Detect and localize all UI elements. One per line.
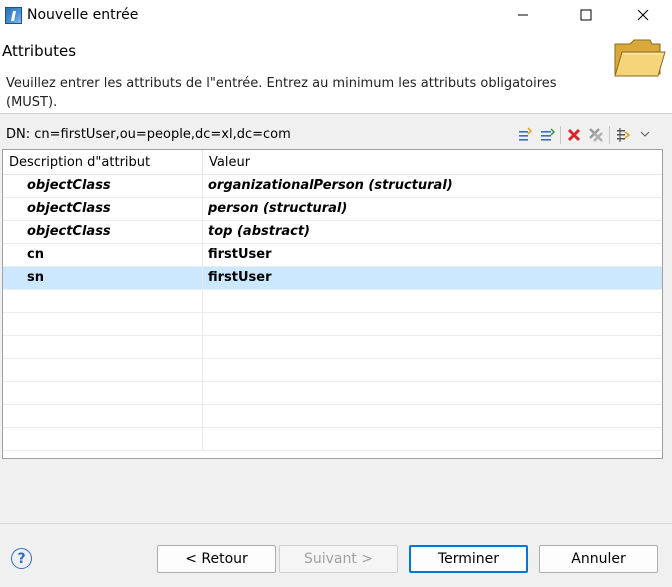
empty-row	[3, 359, 662, 382]
close-icon	[637, 9, 649, 21]
table-row[interactable]: cn firstUser	[3, 244, 662, 267]
column-header-attribute[interactable]: Description d"attribut	[3, 150, 203, 174]
finish-button[interactable]: Terminer	[409, 545, 528, 573]
close-button[interactable]	[620, 0, 666, 30]
empty-row	[3, 290, 662, 313]
menu-dropdown-icon	[640, 131, 650, 137]
attribute-value-cell[interactable]: firstUser	[203, 267, 662, 289]
attribute-name-cell[interactable]: objectClass	[3, 175, 203, 197]
maximize-button[interactable]	[563, 0, 609, 30]
column-header-value[interactable]: Valeur	[203, 150, 662, 174]
attribute-name-cell[interactable]: objectClass	[3, 221, 203, 243]
delete-icon	[567, 128, 581, 142]
attribute-value-cell[interactable]: person (structural)	[203, 198, 662, 220]
back-button[interactable]: < Retour	[157, 545, 276, 573]
attribute-name-cell[interactable]: objectClass	[3, 198, 203, 220]
footer-divider	[0, 523, 672, 524]
next-button[interactable]: Suivant >	[279, 545, 398, 573]
table-row[interactable]: objectClass top (abstract)	[3, 221, 662, 244]
empty-row	[3, 382, 662, 405]
sort-icon	[617, 128, 631, 142]
view-menu-button[interactable]	[634, 124, 656, 146]
table-row[interactable]: objectClass person (structural)	[3, 198, 662, 221]
maximize-icon	[580, 9, 592, 21]
attribute-name-cell[interactable]: cn	[3, 244, 203, 266]
new-value-icon	[541, 128, 555, 141]
table-row[interactable]: objectClass organizationalPerson (struct…	[3, 175, 662, 198]
cancel-button[interactable]: Annuler	[539, 545, 658, 573]
help-button[interactable]: ?	[11, 548, 32, 569]
minimize-button[interactable]	[500, 0, 546, 30]
delete-all-icon	[589, 128, 603, 142]
empty-row	[3, 336, 662, 359]
attribute-name-cell[interactable]: sn	[3, 267, 203, 289]
delete-all-button[interactable]	[585, 124, 607, 146]
delete-button[interactable]	[563, 124, 585, 146]
empty-row	[3, 313, 662, 336]
new-value-button[interactable]	[536, 124, 558, 146]
new-attribute-button[interactable]	[514, 124, 536, 146]
wizard-header: Attributes Veuillez entrer les attributs…	[0, 30, 672, 114]
page-description: Veuillez entrer les attributs de l"entré…	[6, 76, 557, 110]
help-icon: ?	[17, 550, 26, 567]
empty-row	[3, 428, 662, 451]
attribute-value-cell[interactable]: top (abstract)	[203, 221, 662, 243]
attribute-toolbar	[514, 124, 656, 146]
sort-button[interactable]	[612, 124, 634, 146]
app-icon	[5, 6, 22, 24]
minimize-icon	[518, 14, 528, 16]
attribute-value-cell[interactable]: organizationalPerson (structural)	[203, 175, 662, 197]
window-title: Nouvelle entrée	[27, 7, 139, 23]
page-title: Attributes	[2, 42, 77, 60]
table-row-selected[interactable]: sn firstUser	[3, 267, 662, 290]
table-header: Description d"attribut Valeur	[3, 150, 662, 175]
attribute-table[interactable]: Description d"attribut Valeur objectClas…	[2, 149, 663, 459]
attribute-value-cell[interactable]: firstUser	[203, 244, 662, 266]
empty-row	[3, 405, 662, 428]
new-attribute-icon	[519, 127, 533, 141]
title-bar: Nouvelle entrée	[0, 0, 672, 30]
dn-label: DN: cn=firstUser,ou=people,dc=xl,dc=com	[6, 127, 291, 142]
folder-icon	[612, 36, 666, 84]
